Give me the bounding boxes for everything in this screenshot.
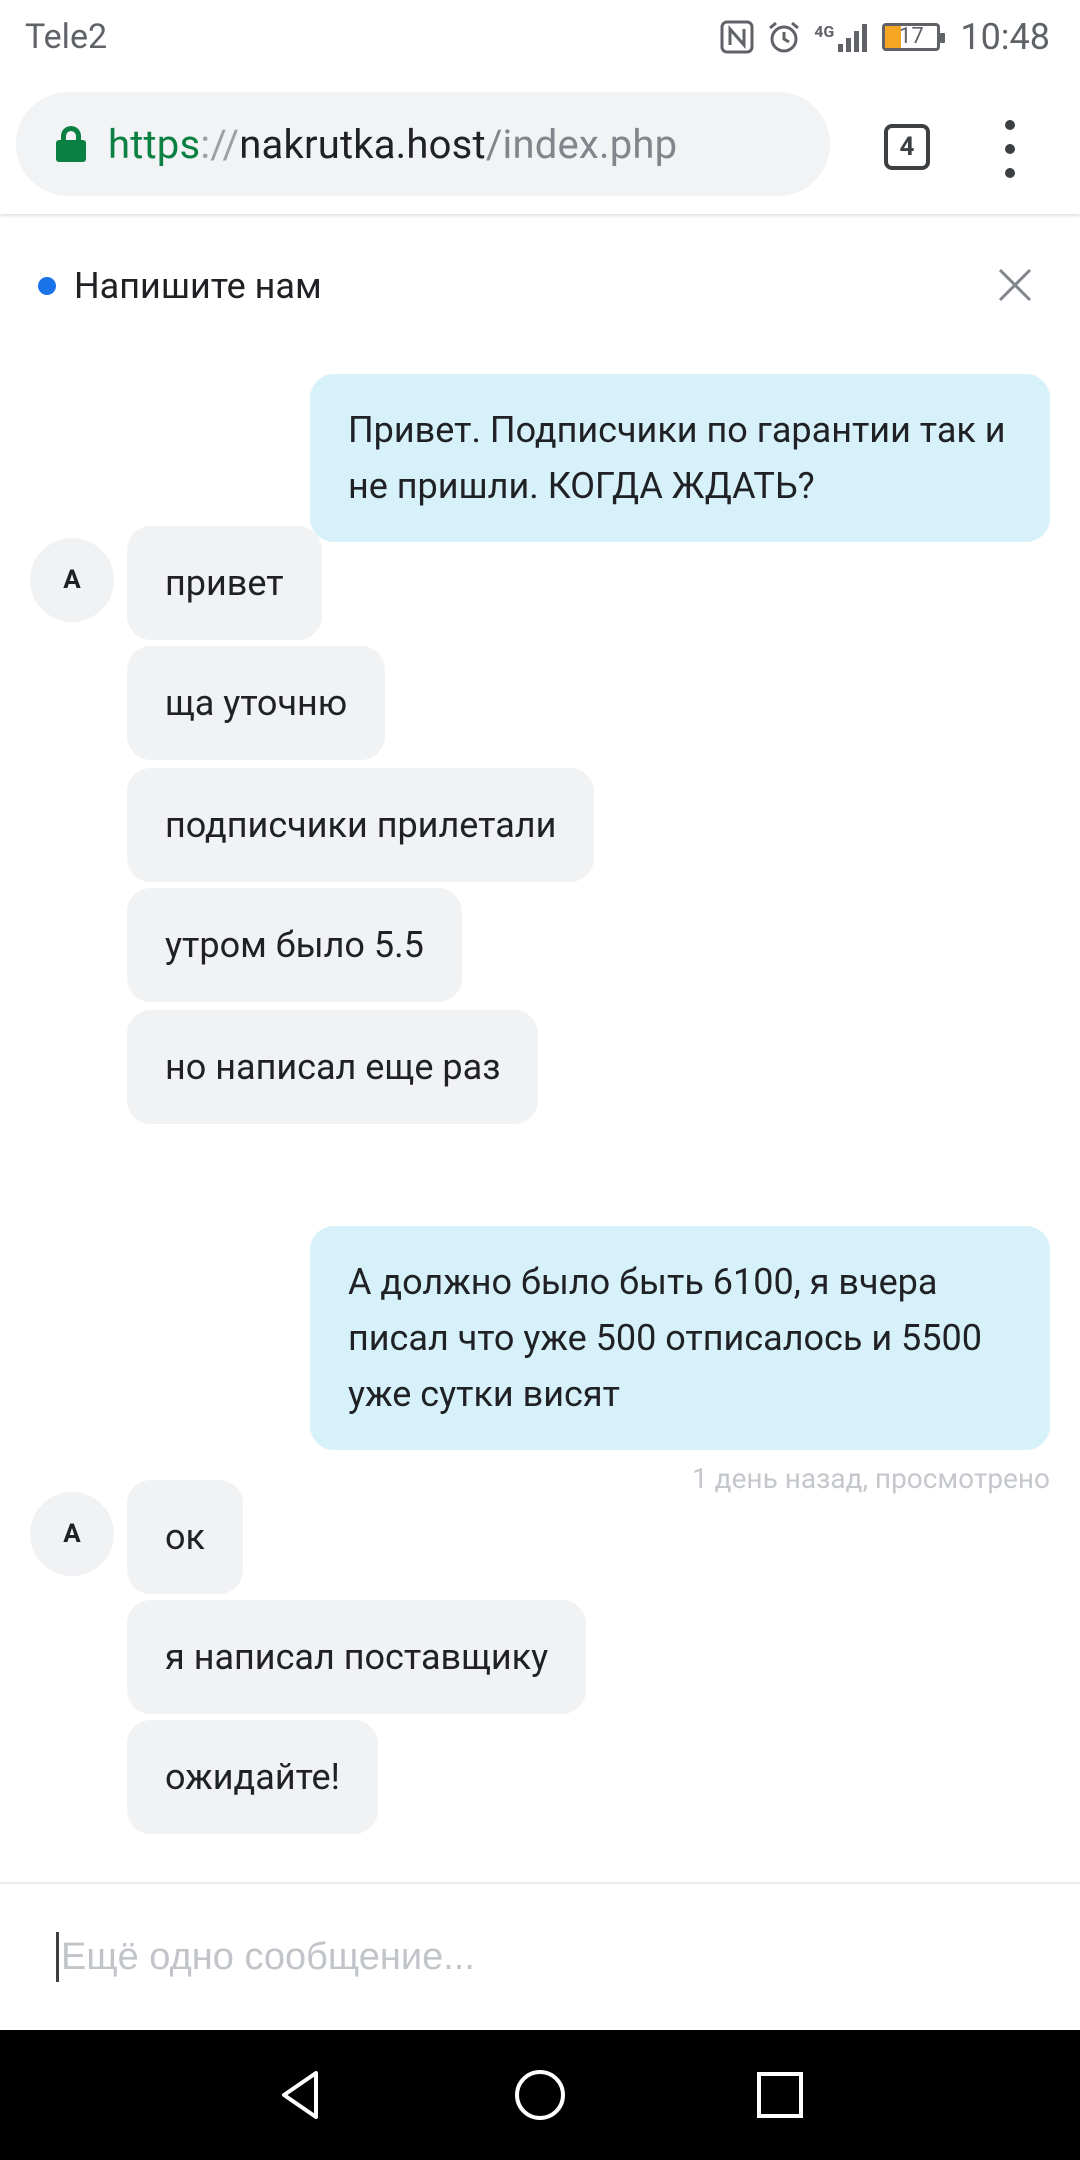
url-host: nakrutka.host (239, 120, 486, 168)
nfc-icon (720, 20, 754, 54)
status-icons: 4G 17 10:48 (720, 16, 1050, 58)
alarm-icon (766, 19, 802, 55)
online-status-dot (38, 277, 56, 295)
url-scheme: https (108, 120, 201, 168)
close-icon[interactable] (990, 260, 1040, 310)
address-bar[interactable]: https://nakrutka.host/index.php (16, 92, 830, 196)
message-bubble-outgoing: Привет. Подписчики по гарантии так и не … (310, 374, 1050, 542)
tab-switcher-button[interactable]: 4 (884, 124, 930, 170)
chat-header: Напишите нам (0, 216, 1080, 356)
url-separator: :// (200, 120, 240, 168)
message-bubble-incoming: ок (127, 1480, 243, 1594)
network-type: 4G (814, 22, 835, 41)
url-path: /index.php (485, 120, 678, 168)
message-bubble-incoming: привет (127, 526, 322, 640)
message-bubble-incoming: ща уточню (127, 646, 386, 760)
text-cursor (56, 1932, 59, 1982)
back-icon[interactable] (270, 2063, 334, 2127)
signal-icon: 4G (814, 22, 870, 52)
message-seen-status: 1 день назад, просмотрено (692, 1462, 1050, 1495)
browser-toolbar: https://nakrutka.host/index.php 4 (0, 74, 1080, 214)
clock: 10:48 (960, 16, 1050, 58)
battery-icon: 17 (882, 23, 946, 51)
message-bubble-incoming: ожидайте! (127, 1720, 378, 1834)
carrier-name: Tele2 (25, 17, 108, 57)
message-list[interactable]: Привет. Подписчики по гарантии так и не … (0, 356, 1080, 1882)
message-bubble-incoming: утром было 5.5 (127, 888, 462, 1002)
battery-level: 17 (898, 24, 924, 49)
system-nav-bar (0, 2030, 1080, 2160)
overflow-menu-icon[interactable] (990, 114, 1030, 184)
message-composer (0, 1882, 1080, 2030)
recent-apps-icon[interactable] (748, 2063, 812, 2127)
url-text[interactable]: https://nakrutka.host/index.php (108, 121, 677, 168)
status-bar: Tele2 4G 17 10:48 (0, 0, 1080, 74)
avatar: A (30, 538, 114, 622)
message-bubble-incoming: подписчики прилетали (127, 768, 595, 882)
message-bubble-incoming: но написал еще раз (127, 1010, 539, 1124)
home-icon[interactable] (508, 2063, 572, 2127)
chat-title: Напишите нам (74, 265, 322, 307)
lock-icon[interactable] (56, 126, 86, 162)
message-bubble-outgoing: А должно было быть 6100, я вчера писал ч… (310, 1226, 1050, 1450)
message-input[interactable] (61, 1935, 1021, 1979)
message-bubble-incoming: я написал поставщику (127, 1600, 587, 1714)
avatar: A (30, 1492, 114, 1576)
